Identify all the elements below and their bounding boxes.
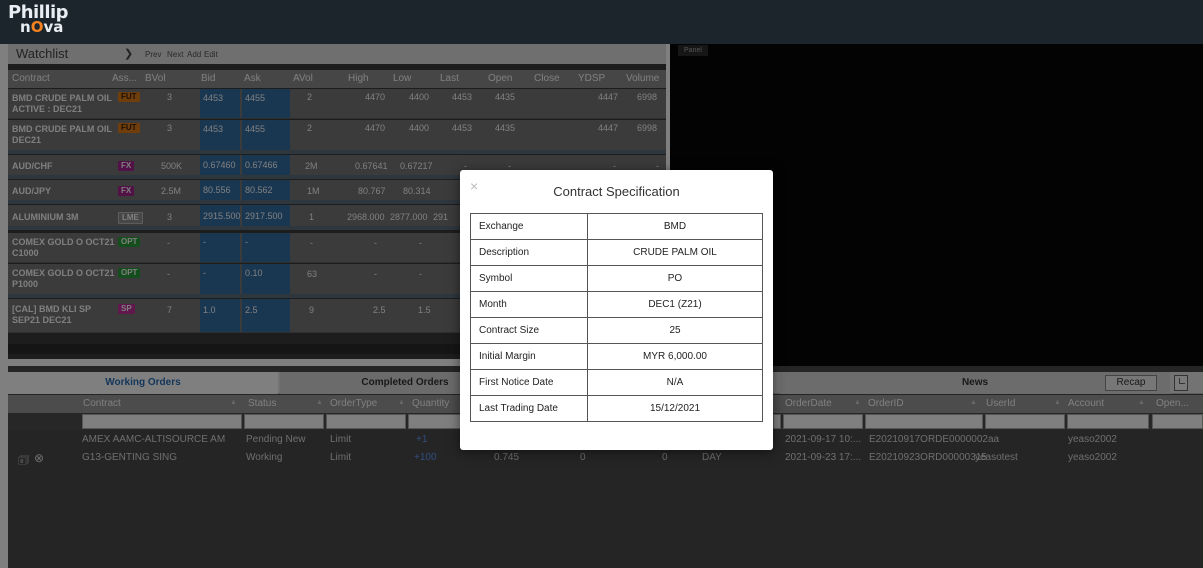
spec-label: Last Trading Date bbox=[470, 395, 588, 422]
spec-value: N/A bbox=[587, 369, 763, 396]
spec-row: Last Trading Date 15/12/2021 bbox=[470, 395, 763, 422]
app-root: Phillip nOva Watchlist ❯ Prev Next Add E… bbox=[0, 0, 1203, 568]
spec-value: BMD bbox=[587, 213, 763, 240]
top-bar: Phillip nOva bbox=[0, 0, 1203, 44]
spec-label: Description bbox=[470, 239, 588, 266]
spec-value: 15/12/2021 bbox=[587, 395, 763, 422]
spec-value: MYR 6,000.00 bbox=[587, 343, 763, 370]
spec-row: Initial Margin MYR 6,000.00 bbox=[470, 343, 763, 370]
spec-label: Initial Margin bbox=[470, 343, 588, 370]
contract-specification-dialog: × Contract Specification Exchange BMD Des… bbox=[460, 170, 773, 450]
logo-text-n: n bbox=[20, 18, 31, 36]
spec-row: Exchange BMD bbox=[470, 213, 763, 240]
spec-value: PO bbox=[587, 265, 763, 292]
spec-label: Month bbox=[470, 291, 588, 318]
spec-label: Contract Size bbox=[470, 317, 588, 344]
spec-row: Contract Size 25 bbox=[470, 317, 763, 344]
spec-label: Symbol bbox=[470, 265, 588, 292]
logo-text-o: O bbox=[30, 18, 44, 36]
spec-label: Exchange bbox=[470, 213, 588, 240]
spec-row: Description CRUDE PALM OIL bbox=[470, 239, 763, 266]
phillip-nova-logo: Phillip nOva bbox=[8, 4, 69, 36]
spec-table: Exchange BMD Description CRUDE PALM OIL Sy… bbox=[470, 213, 763, 422]
dialog-title: Contract Specification bbox=[553, 184, 680, 199]
spec-label: First Notice Date bbox=[470, 369, 588, 396]
spec-row: First Notice Date N/A bbox=[470, 369, 763, 396]
spec-value: CRUDE PALM OIL bbox=[587, 239, 763, 266]
spec-row: Month DEC1 (Z21) bbox=[470, 291, 763, 318]
logo-text-va: va bbox=[43, 18, 64, 36]
spec-value: 25 bbox=[587, 317, 763, 344]
spec-row: Symbol PO bbox=[470, 265, 763, 292]
spec-value: DEC1 (Z21) bbox=[587, 291, 763, 318]
